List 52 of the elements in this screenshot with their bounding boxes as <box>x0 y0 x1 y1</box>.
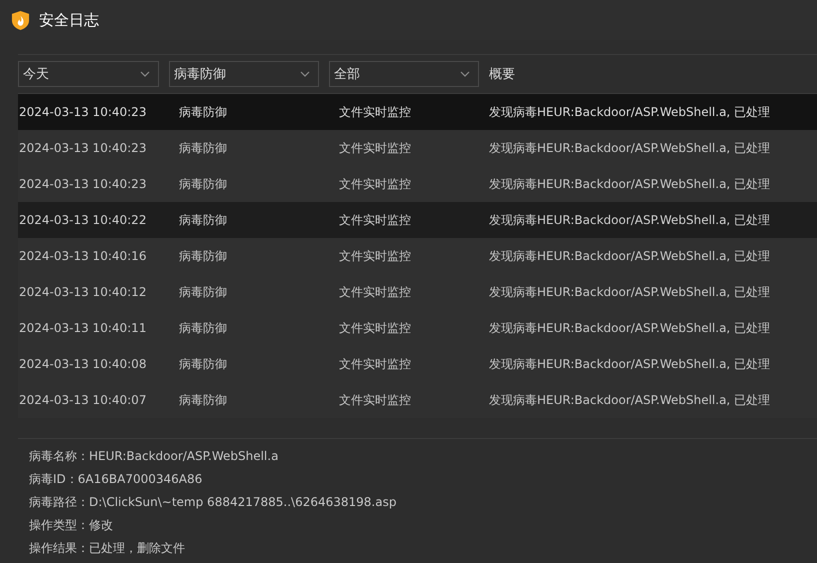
summary-cell: 发现病毒HEUR:Backdoor/ASP.WebShell.a, 已处理 <box>489 212 770 228</box>
source-cell-text: 文件实时监控 <box>339 284 412 300</box>
module-cell-text: 病毒防御 <box>179 176 228 192</box>
log-row[interactable]: 2024-03-13 10:40:23 病毒防御 文件实时监控 发现病毒HEUR:Backdoor/ASP.WebShell.a, 已处理 <box>18 94 817 130</box>
summary-cell: 发现病毒HEUR:Backdoor/ASP.WebShell.a, 已处理 <box>489 392 770 408</box>
time-cell-text: 2024-03-13 10:40:07 <box>18 393 148 407</box>
source-cell-text: 文件实时监控 <box>339 248 412 264</box>
time-cell-text: 2024-03-13 10:40:22 <box>18 213 148 227</box>
module-cell-text: 病毒防御 <box>179 104 228 120</box>
time-cell-text: 2024-03-13 10:40:23 <box>18 105 148 119</box>
time-cell-text: 2024-03-13 10:40:11 <box>18 321 148 335</box>
source-cell-text: 文件实时监控 <box>339 104 412 120</box>
chevron-down-icon <box>140 71 150 77</box>
summary-cell: 发现病毒HEUR:Backdoor/ASP.WebShell.a, 已处理 <box>489 284 770 300</box>
chevron-down-icon <box>300 71 310 77</box>
time-cell-text: 2024-03-13 10:40:12 <box>18 285 148 299</box>
detail-line: 操作类型：修改 <box>29 517 114 534</box>
module-cell-text: 病毒防御 <box>179 284 228 300</box>
module-cell-text: 病毒防御 <box>179 140 228 156</box>
module-cell-text: 病毒防御 <box>179 212 228 228</box>
source-cell-text: 文件实时监控 <box>339 392 412 408</box>
column-header: 概要 <box>489 66 515 83</box>
summary-cell: 发现病毒HEUR:Backdoor/ASP.WebShell.a, 已处理 <box>489 320 770 336</box>
summary-cell: 发现病毒HEUR:Backdoor/ASP.WebShell.a, 已处理 <box>489 104 770 120</box>
filter-dropdown[interactable]: 全部 <box>329 61 479 87</box>
detail-line: 病毒路径：D:\ClickSun\~temp 6884217885..\6264638198.asp <box>29 494 398 511</box>
summary-cell: 发现病毒HEUR:Backdoor/ASP.WebShell.a, 已处理 <box>489 140 770 156</box>
filter-dropdown[interactable]: 今天 <box>18 61 159 87</box>
source-cell-text: 文件实时监控 <box>339 356 412 372</box>
time-cell-text: 2024-03-13 10:40:08 <box>18 357 148 371</box>
window-title: 安全日志 <box>39 10 99 30</box>
detail-line: 病毒ID：6A16BA7000346A86 <box>29 471 204 488</box>
module-cell-text: 病毒防御 <box>179 356 228 372</box>
summary-cell: 发现病毒HEUR:Backdoor/ASP.WebShell.a, 已处理 <box>489 356 770 372</box>
source-cell-text: 文件实时监控 <box>339 140 412 156</box>
source-cell-text: 文件实时监控 <box>339 212 412 228</box>
source-cell-text: 文件实时监控 <box>339 320 412 336</box>
shield-flame-icon <box>11 10 30 30</box>
chevron-down-icon <box>460 71 470 77</box>
log-row[interactable]: 2024-03-13 10:40:22 病毒防御 文件实时监控 发现病毒HEUR:Backdoor/ASP.WebShell.a, 已处理 <box>18 202 817 238</box>
summary-cell: 发现病毒HEUR:Backdoor/ASP.WebShell.a, 已处理 <box>489 176 770 192</box>
source-cell-text: 文件实时监控 <box>339 176 412 192</box>
detail-line: 操作结果：已处理，删除文件 <box>29 540 186 557</box>
time-cell-text: 2024-03-13 10:40:16 <box>18 249 148 263</box>
time-cell-text: 2024-03-13 10:40:23 <box>18 141 148 155</box>
filter-dropdown[interactable]: 病毒防御 <box>169 61 319 87</box>
time-cell-text: 2024-03-13 10:40:23 <box>18 177 148 191</box>
detail-line: 病毒名称：HEUR:Backdoor/ASP.WebShell.a <box>29 448 280 465</box>
module-cell-text: 病毒防御 <box>179 392 228 408</box>
summary-cell: 发现病毒HEUR:Backdoor/ASP.WebShell.a, 已处理 <box>489 248 770 264</box>
module-cell-text: 病毒防御 <box>179 248 228 264</box>
module-cell-text: 病毒防御 <box>179 320 228 336</box>
